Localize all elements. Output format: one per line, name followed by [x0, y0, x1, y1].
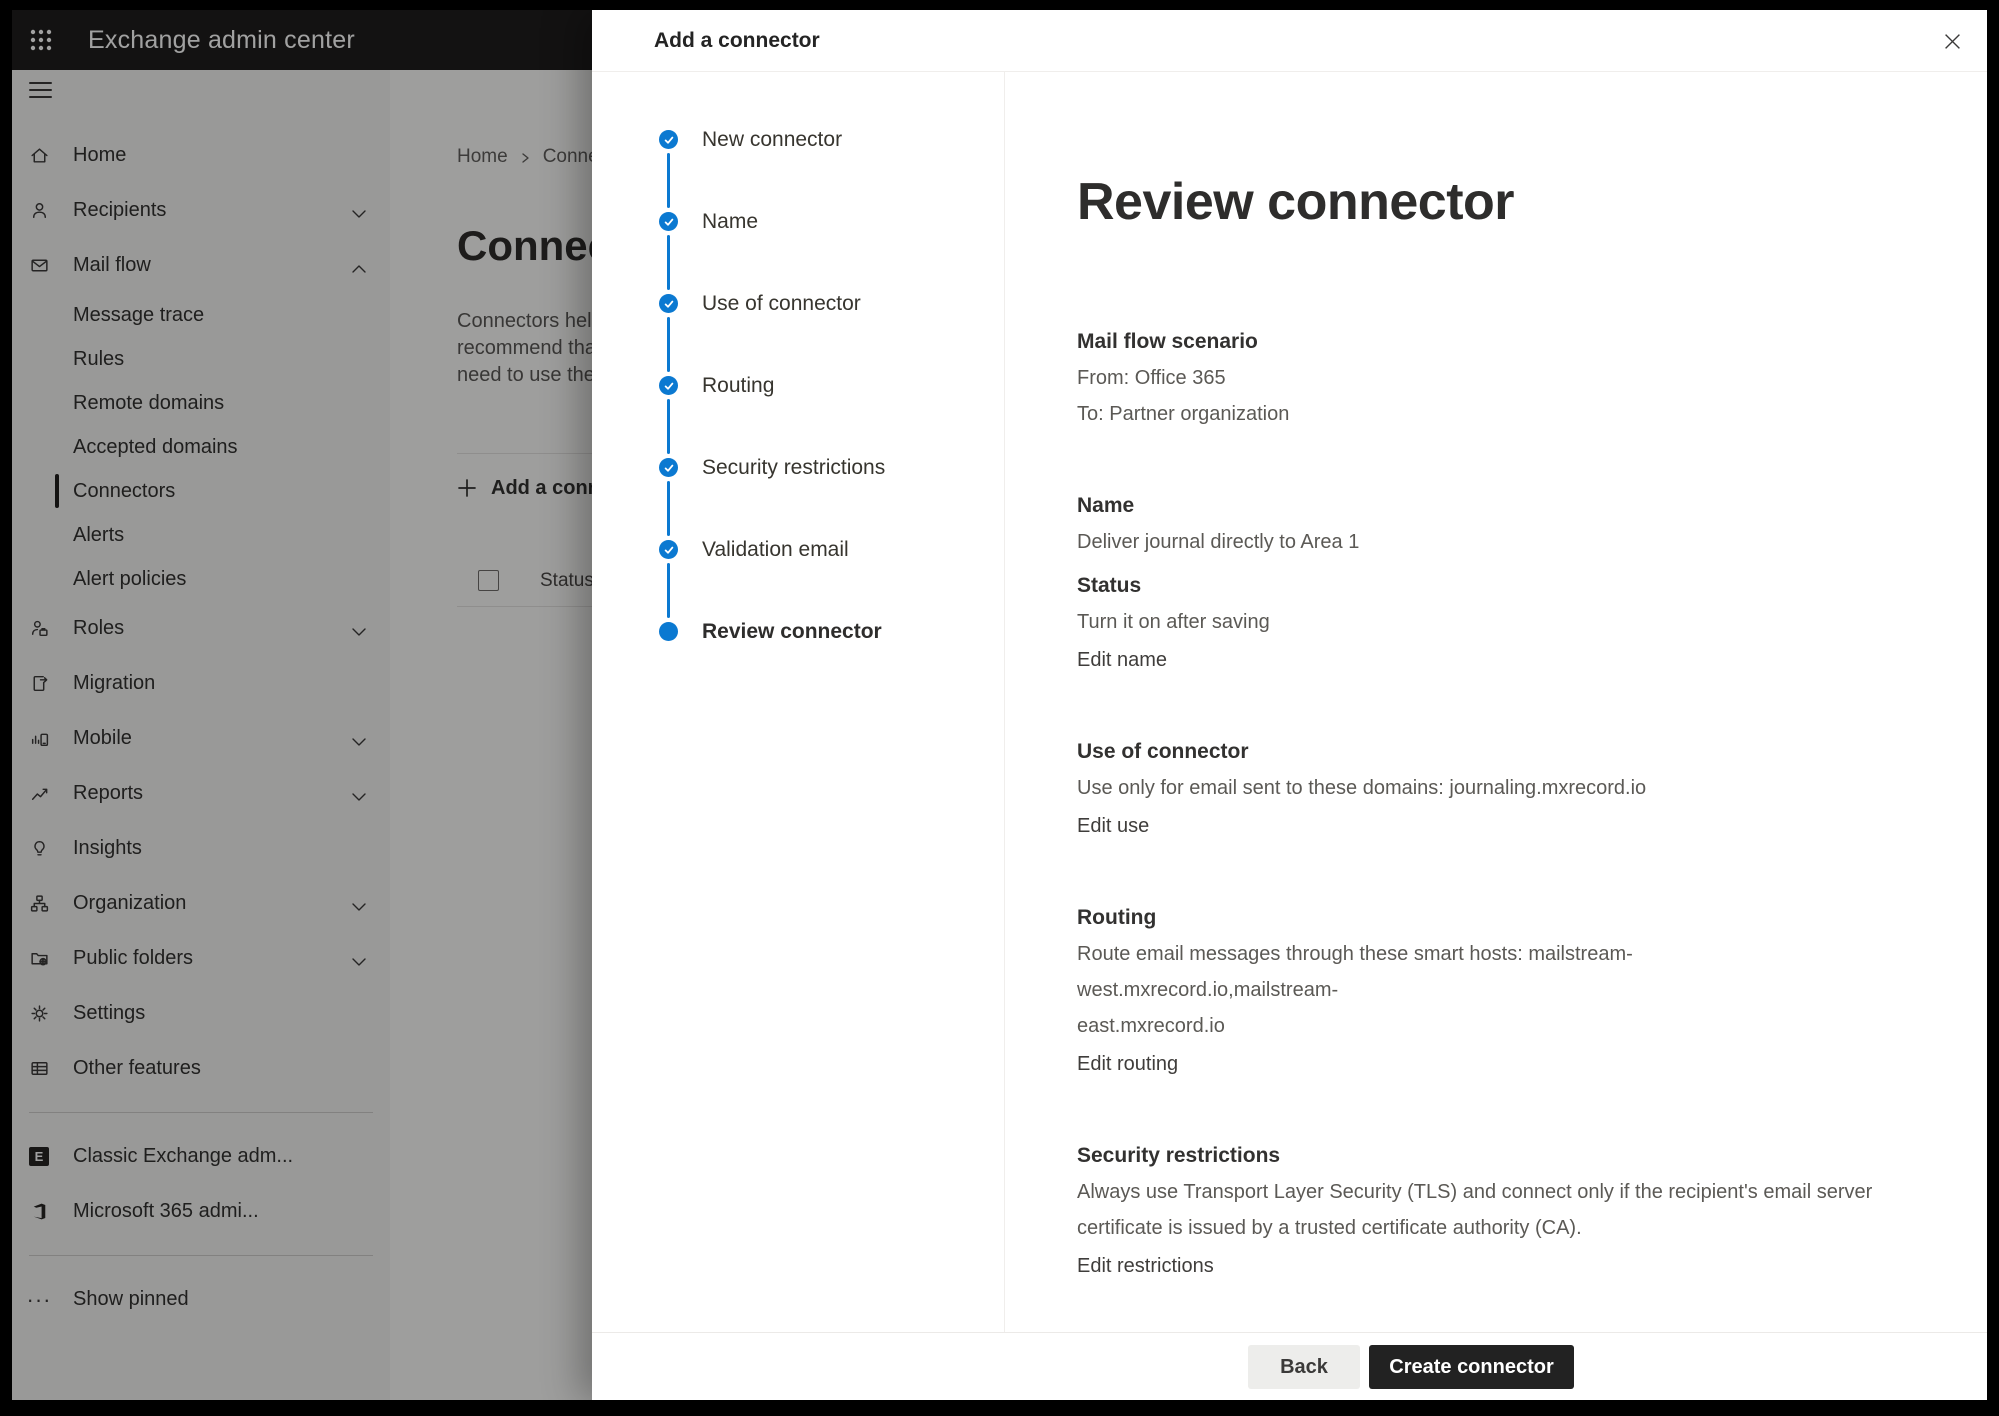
- step-routing[interactable]: Routing: [659, 376, 1004, 458]
- review-heading: Review connector: [1077, 172, 1927, 232]
- step-validation-email[interactable]: Validation email: [659, 540, 1004, 622]
- step-use-of-connector[interactable]: Use of connector: [659, 294, 1004, 376]
- panel-title: Add a connector: [654, 29, 820, 53]
- section-line: To: Partner organization: [1077, 396, 1887, 432]
- back-button[interactable]: Back: [1248, 1345, 1360, 1389]
- panel-header: Add a connector: [592, 10, 1987, 72]
- review-group-name-status: Name Deliver journal directly to Area 1 …: [1077, 488, 1887, 678]
- edit-routing-link[interactable]: Edit routing: [1077, 1046, 1178, 1082]
- section-line: east.mxrecord.io: [1077, 1008, 1887, 1044]
- step-check-icon: [659, 130, 678, 149]
- create-connector-button[interactable]: Create connector: [1369, 1345, 1574, 1389]
- review-pane: Review connector Mail flow scenario From…: [1005, 72, 1987, 1332]
- panel-footer: Back Create connector: [592, 1332, 1987, 1400]
- step-new-connector[interactable]: New connector: [659, 130, 1004, 212]
- step-check-icon: [659, 458, 678, 477]
- step-check-icon: [659, 376, 678, 395]
- section-title: Use of connector: [1077, 734, 1887, 770]
- section-title: Routing: [1077, 900, 1887, 936]
- screenshot-frame: Exchange admin center Home Recipients Ma…: [0, 0, 1999, 1416]
- wizard-stepper: New connector Name Use of connector Rout…: [592, 72, 1005, 1332]
- review-group-mail-flow-scenario: Mail flow scenario From: Office 365 To: …: [1077, 324, 1887, 432]
- edit-use-link[interactable]: Edit use: [1077, 808, 1149, 844]
- section-line: Use only for email sent to these domains…: [1077, 770, 1887, 806]
- section-line: certificate is issued by a trusted certi…: [1077, 1210, 1887, 1246]
- section-title: Name: [1077, 488, 1887, 524]
- section-line: Route email messages through these smart…: [1077, 936, 1887, 1008]
- edit-name-link[interactable]: Edit name: [1077, 642, 1167, 678]
- close-icon[interactable]: [1939, 28, 1965, 54]
- section-line: Turn it on after saving: [1077, 604, 1887, 640]
- panel-body: New connector Name Use of connector Rout…: [592, 72, 1987, 1332]
- add-connector-panel: Add a connector New connector Name Use o…: [592, 10, 1987, 1400]
- step-security-restrictions[interactable]: Security restrictions: [659, 458, 1004, 540]
- edit-restrictions-link[interactable]: Edit restrictions: [1077, 1248, 1214, 1284]
- step-name[interactable]: Name: [659, 212, 1004, 294]
- section-line: From: Office 365: [1077, 360, 1887, 396]
- step-check-icon: [659, 212, 678, 231]
- section-title: Security restrictions: [1077, 1138, 1887, 1174]
- review-group-use-of-connector: Use of connector Use only for email sent…: [1077, 734, 1887, 844]
- step-current-dot: [659, 622, 678, 641]
- app-window: Exchange admin center Home Recipients Ma…: [12, 10, 1987, 1400]
- section-line: Deliver journal directly to Area 1: [1077, 524, 1887, 560]
- step-check-icon: [659, 294, 678, 313]
- review-group-routing: Routing Route email messages through the…: [1077, 900, 1887, 1082]
- step-review-connector[interactable]: Review connector: [659, 622, 1004, 641]
- section-title: Status: [1077, 568, 1887, 604]
- section-title: Mail flow scenario: [1077, 324, 1887, 360]
- section-line: Always use Transport Layer Security (TLS…: [1077, 1174, 1887, 1210]
- step-check-icon: [659, 540, 678, 559]
- review-group-security-restrictions: Security restrictions Always use Transpo…: [1077, 1138, 1887, 1284]
